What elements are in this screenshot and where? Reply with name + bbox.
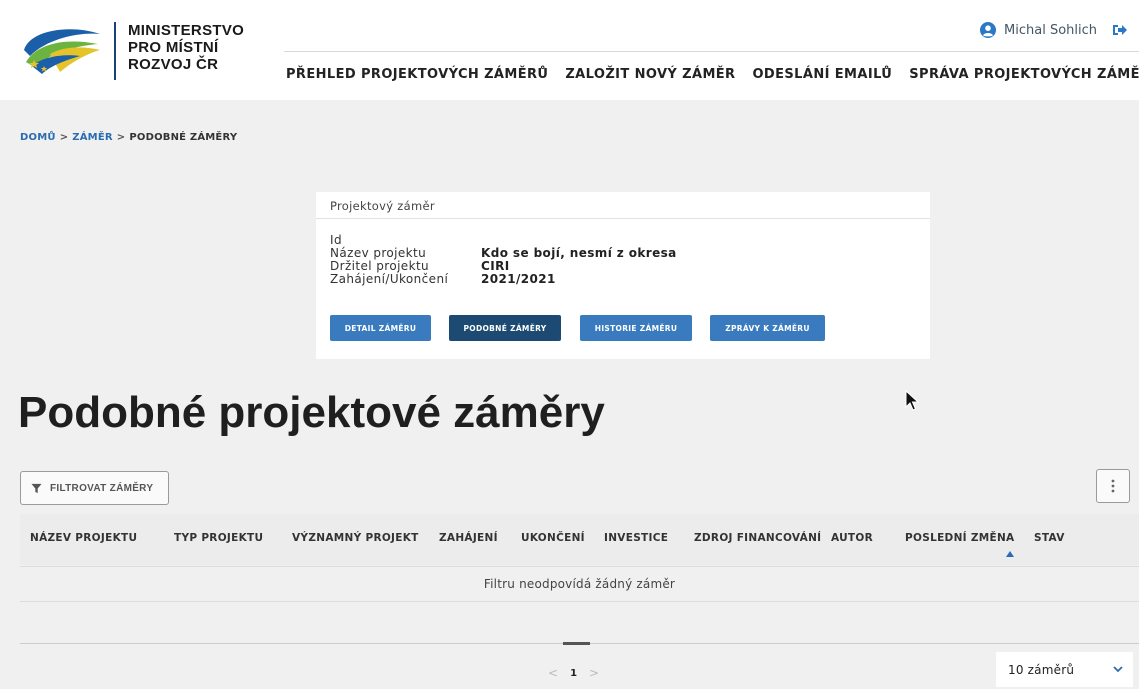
user-circle-icon — [980, 22, 997, 38]
pagination-page-number[interactable]: 1 — [570, 668, 577, 679]
nav-new-zamer[interactable]: ZALOŽIT NOVÝ ZÁMĚR — [565, 67, 735, 82]
nav-manage-zamery[interactable]: SPRÁVA PROJEKTOVÝCH ZÁMĚRŮ — [909, 67, 1139, 82]
breadcrumb-separator: > — [116, 132, 126, 143]
nav-send-emails[interactable]: ODESLÁNÍ EMAILŮ — [752, 67, 892, 82]
chevron-down-icon — [1113, 666, 1123, 673]
zpravy-k-zameru-button[interactable]: ZPRÁVY K ZÁMĚRU — [710, 315, 825, 341]
column-header-name[interactable]: NÁZEV PROJEKTU — [30, 532, 137, 544]
ministry-name: MINISTERSTVO PRO MÍSTNÍ ROZVOJ ČR — [128, 22, 244, 73]
user-name[interactable]: Michal Sohlich — [1004, 23, 1097, 38]
more-options-button[interactable] — [1096, 469, 1130, 503]
card-details: Id Název projektu Kdo se bojí, nesmí z o… — [330, 234, 677, 286]
detail-label: Zahájení/Ukončení — [330, 272, 449, 286]
main-navigation: PŘEHLED PROJEKTOVÝCH ZÁMĚRŮ ZALOŽIT NOVÝ… — [286, 67, 1139, 82]
card-divider — [316, 218, 930, 219]
mouse-cursor-icon — [905, 390, 919, 411]
column-header-type[interactable]: TYP PROJEKTU — [174, 532, 263, 544]
pagination: < 1 > — [548, 666, 599, 680]
logo-divider — [114, 22, 116, 80]
column-header-author[interactable]: AUTOR — [831, 532, 873, 544]
detail-row-dates: Zahájení/Ukončení 2021/2021 — [330, 273, 677, 286]
breadcrumb: DOMŮ > ZÁMĚR > PODOBNÉ ZÁMĚRY — [20, 132, 237, 143]
table-header: NÁZEV PROJEKTU TYP PROJEKTU VÝZNAMNÝ PRO… — [20, 514, 1139, 565]
detail-value: 2021/2021 — [481, 272, 556, 286]
project-card: Projektový záměr Id Název projektu Kdo s… — [316, 192, 930, 359]
pagination-next-button[interactable]: > — [589, 666, 599, 680]
logout-arrow-icon[interactable] — [1111, 22, 1127, 38]
filter-label: FILTROVAT ZÁMĚRY — [50, 482, 154, 494]
podobne-zamery-button[interactable]: PODOBNÉ ZÁMĚRY — [449, 315, 561, 341]
column-header-start[interactable]: ZAHÁJENÍ — [439, 532, 498, 544]
breadcrumb-home[interactable]: DOMŮ — [20, 132, 56, 143]
breadcrumb-current: PODOBNÉ ZÁMĚRY — [129, 132, 238, 143]
card-actions: DETAIL ZÁMĚRU PODOBNÉ ZÁMĚRY HISTORIE ZÁ… — [330, 315, 825, 341]
card-title: Projektový záměr — [330, 199, 435, 213]
page-title: Podobné projektové záměry — [18, 388, 605, 437]
filter-funnel-icon — [31, 483, 42, 493]
column-header-investment[interactable]: INVESTICE — [604, 532, 668, 544]
scroll-indicator[interactable] — [563, 642, 590, 645]
detail-value: Kdo se bojí, nesmí z okresa — [481, 246, 677, 260]
column-header-last-change[interactable]: POSLEDNÍ ZMĚNA — [905, 532, 1014, 544]
historie-zameru-button[interactable]: HISTORIE ZÁMĚRU — [580, 315, 692, 341]
ministry-line-2: PRO MÍSTNÍ — [128, 39, 219, 56]
ministry-line-1: MINISTERSTVO — [128, 22, 245, 39]
sort-ascending-icon[interactable] — [1006, 551, 1014, 557]
user-menu[interactable]: Michal Sohlich — [980, 22, 1127, 38]
app-header: MINISTERSTVO PRO MÍSTNÍ ROZVOJ ČR Michal… — [0, 0, 1139, 100]
per-page-select[interactable]: 10 záměrů — [996, 652, 1133, 687]
ministry-logo-icon[interactable] — [20, 20, 104, 76]
breadcrumb-zamer[interactable]: ZÁMĚR — [72, 132, 112, 143]
column-header-end[interactable]: UKONČENÍ — [521, 532, 585, 544]
ministry-line-3: ROZVOJ ČR — [128, 56, 219, 73]
header-divider — [284, 51, 1139, 52]
nav-overview[interactable]: PŘEHLED PROJEKTOVÝCH ZÁMĚRŮ — [286, 67, 548, 82]
column-header-significant[interactable]: VÝZNAMNÝ PROJEKT — [292, 532, 419, 544]
table-empty-message: Filtru neodpovídá žádný záměr — [20, 566, 1139, 602]
filter-button[interactable]: FILTROVAT ZÁMĚRY — [20, 471, 169, 505]
column-header-status[interactable]: STAV — [1034, 532, 1065, 544]
detail-zameru-button[interactable]: DETAIL ZÁMĚRU — [330, 315, 431, 341]
column-header-funding[interactable]: ZDROJ FINANCOVÁNÍ — [694, 532, 821, 544]
breadcrumb-separator: > — [59, 132, 69, 143]
per-page-value: 10 záměrů — [1008, 662, 1075, 677]
pagination-prev-button[interactable]: < — [548, 666, 558, 680]
vertical-dots-icon — [1111, 479, 1115, 493]
